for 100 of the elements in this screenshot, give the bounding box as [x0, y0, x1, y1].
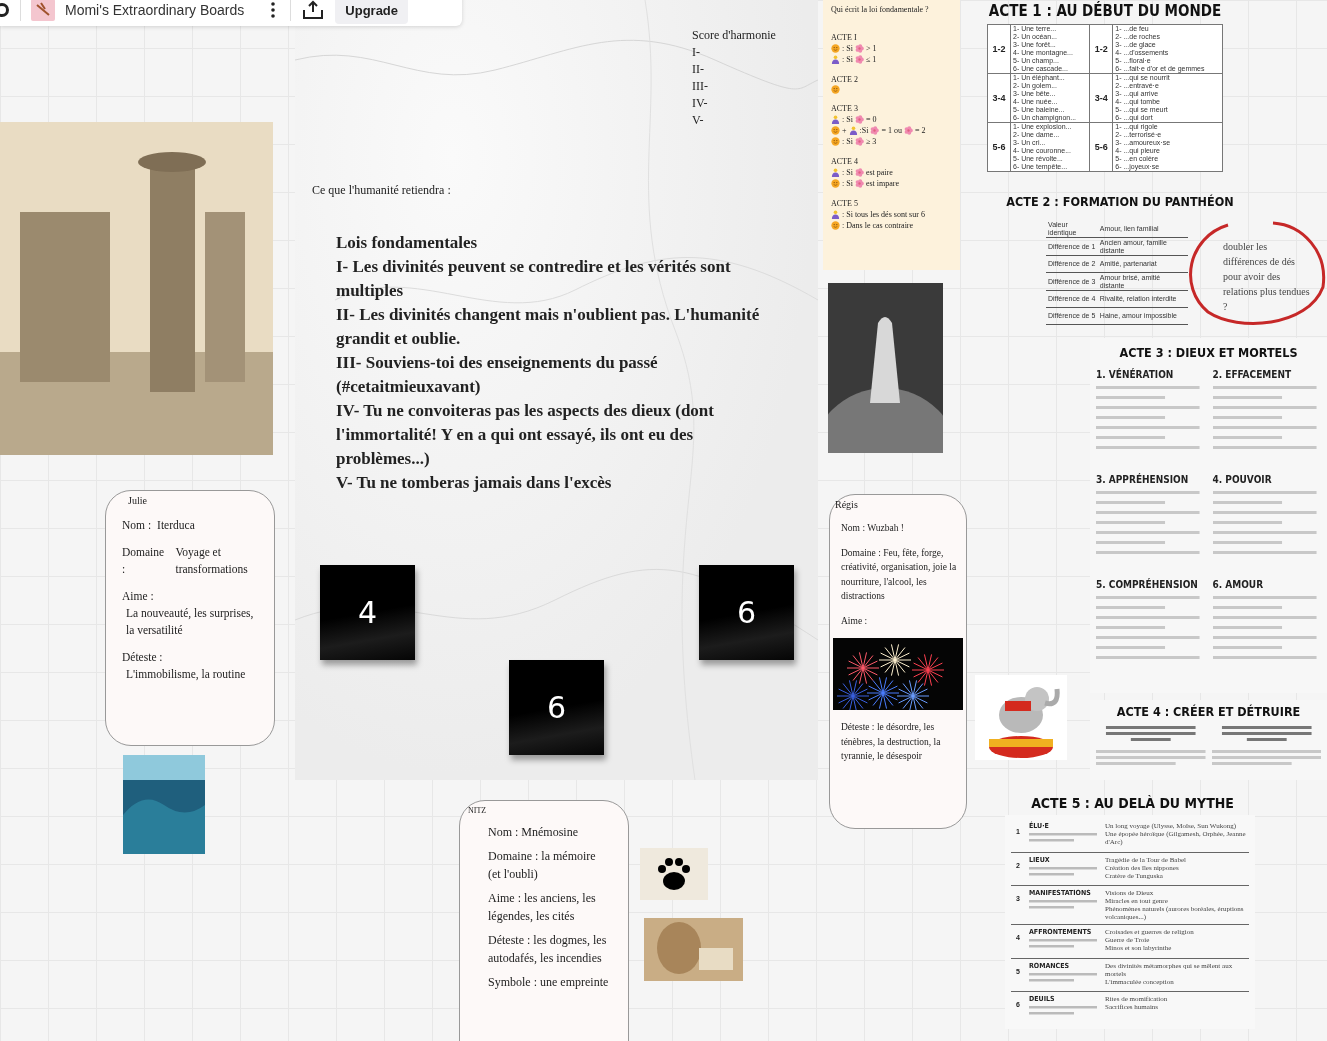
table-cell: 1-2	[1089, 24, 1113, 74]
person-icon	[831, 55, 840, 64]
smiley-icon	[831, 221, 840, 230]
flower-icon	[854, 179, 864, 188]
flower-icon	[870, 126, 880, 135]
section-title: 1. VÉNÉRATION	[1096, 368, 1175, 381]
score-line: IV-	[692, 95, 709, 112]
annotation-text: doubler les différences de dés pour avoir des relations plus tendues ?	[1223, 240, 1311, 314]
field-label: Nom :	[122, 518, 152, 533]
smiley-icon	[831, 137, 840, 146]
upgrade-button[interactable]: Upgrade	[335, 0, 409, 24]
section-title: 6. AMOUR	[1212, 578, 1265, 591]
card-text: Symbole : une empreinte	[488, 974, 610, 991]
card-author: Régis	[835, 499, 859, 511]
rule-text: = 1 ou	[881, 125, 902, 136]
flower-icon	[854, 168, 864, 177]
die-note[interactable]: 6	[509, 660, 604, 755]
rule-text: est paire	[865, 167, 893, 178]
score-line: II-	[692, 61, 705, 78]
score-line: I-	[692, 44, 701, 61]
rule-text: +	[842, 125, 847, 136]
rule-text: : Si	[842, 114, 853, 125]
card-text: Nom : Wuzbah !	[841, 522, 906, 535]
score-title: Score d'harmonie	[692, 27, 776, 44]
act-title: ACTE 2 : FORMATION DU PANTHÉON	[1005, 193, 1235, 211]
field-label: Déteste :	[122, 650, 164, 665]
card-text: Aime : les anciens, les légendes, les cités	[488, 890, 597, 925]
act-label: ACTE 3	[831, 103, 859, 114]
rule-text: ≥ 3	[865, 136, 877, 147]
law-text: III- Souviens-toi des enseignements du passé (#cetaitmieuxavant)	[336, 352, 659, 398]
card-text: Déteste : les dogmes, les autodafés, les incendies	[488, 932, 608, 967]
table-cell: 3-4	[987, 73, 1011, 123]
act-label: ACTE 2	[831, 74, 859, 85]
act-label: ACTE 4	[831, 156, 859, 167]
score-line: V-	[692, 112, 705, 129]
rule-text: : Si	[842, 43, 853, 54]
share-icon[interactable]	[301, 0, 326, 20]
flower-icon	[854, 137, 864, 146]
act-title: ACTE 1 : AU DÉBUT DU MONDE	[987, 0, 1223, 22]
field-label: Aime :	[122, 589, 155, 604]
card-text: Nom : Mnémosine	[488, 824, 579, 841]
flower-icon	[854, 55, 864, 64]
rule-text: est impare	[865, 178, 899, 189]
act-title: ACTE 4 : CRÉER ET DÉTRUIRE	[1115, 704, 1302, 720]
flower-icon	[903, 126, 913, 135]
section-title: 4. POUVOIR	[1212, 473, 1273, 486]
flower-icon	[854, 115, 864, 124]
act-label: ACTE 5	[831, 198, 859, 209]
description-lines-drawing	[1029, 864, 1099, 879]
section-title: 3. APPRÉHENSION	[1096, 473, 1190, 486]
law-text: II- Les divinités changent mais n'oublient pas. L'humanité grandit et oublie.	[336, 304, 761, 350]
die-note[interactable]: 6	[699, 565, 794, 660]
laws-title: Lois fondamentales	[336, 232, 479, 254]
law-text: IV- Tu ne convoiteras pas les aspects des dieux (dont l'immortalité! Y en a qui ont essayé, ils ont eu des problèmes...)	[336, 400, 715, 470]
card-text: Domaine : la mémoire (et l'oubli)	[488, 848, 597, 883]
section-title: 5. COMPRÉHENSION	[1096, 578, 1199, 591]
board-thumbnail-icon[interactable]	[31, 0, 55, 21]
table-cell: 1-2	[987, 24, 1011, 74]
law-text: V- Tu ne tomberas jamais dans l'excès	[336, 472, 613, 494]
field-value: L'immobilisme, la routine	[126, 667, 247, 682]
field-value: La nouveauté, les surprises, la versatilité	[126, 606, 255, 638]
card-text: Aime :	[841, 614, 869, 628]
note-title: Qui écrit la loi fondamentale ?	[831, 4, 930, 15]
flower-icon	[854, 44, 864, 53]
rule-text: :Si	[859, 125, 869, 136]
field-value: Iterduca	[157, 518, 196, 533]
rule-text: > 1	[865, 43, 877, 54]
board-name[interactable]: Momi's Extraordinary Boards	[65, 2, 245, 18]
card-text: Domaine : Feu, fête, forge, créativité, organisation, joie la nourriture, l'alcool, les distractions	[841, 546, 958, 603]
person-icon	[831, 168, 840, 177]
rule-text: : Dans le cas contraire	[842, 220, 914, 231]
field-value: Voyage et transformations	[175, 545, 249, 577]
rule-text: = 2	[914, 125, 926, 136]
rule-text: : Si tous les dés sont sur 6	[842, 209, 925, 220]
card-author: NITZ	[468, 805, 488, 817]
field-label: Domaine :	[122, 545, 166, 577]
smiley-icon	[831, 85, 840, 94]
person-icon	[848, 126, 858, 135]
act-title: ACTE 5 : AU DELÀ DU MYTHE	[1030, 794, 1235, 813]
table-cell: 5-6	[987, 122, 1011, 172]
smiley-icon	[831, 44, 840, 53]
die-note[interactable]: 4	[320, 565, 415, 660]
section-title: 2. EFFACEMENT	[1212, 368, 1293, 381]
rule-text: = 0	[865, 114, 877, 125]
rule-text: : Si	[842, 136, 853, 147]
card-author: Julie	[128, 495, 148, 507]
card-text: Déteste : le désordre, les ténèbres, la destruction, la tyrannie, le désespoir	[841, 721, 942, 763]
smiley-icon	[831, 179, 840, 188]
rule-text: ≤ 1	[865, 54, 877, 65]
table-cell: 3-4	[1089, 73, 1113, 123]
description-lines-drawing	[1029, 831, 1099, 845]
rule-text: : Si	[842, 167, 853, 178]
score-line: III-	[692, 78, 709, 95]
rule-text: : Si	[842, 178, 853, 189]
smiley-icon	[831, 126, 840, 135]
act-title: ACTE 3 : DIEUX ET MORTELS	[1118, 344, 1299, 362]
act-label: ACTE I	[831, 32, 858, 43]
description-lines-drawing	[1029, 970, 1099, 985]
person-icon	[831, 115, 840, 124]
person-icon	[831, 210, 840, 219]
